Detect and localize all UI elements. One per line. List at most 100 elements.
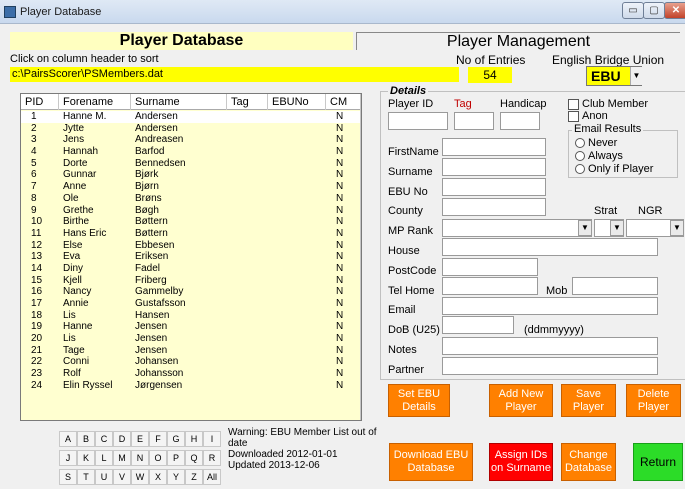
alphabet-button[interactable]: R — [203, 450, 221, 466]
table-row[interactable]: 3 Jens Andreasen N — [21, 134, 361, 146]
mp-rank-select[interactable] — [442, 219, 592, 237]
alphabet-button[interactable]: W — [131, 469, 149, 485]
alphabet-button[interactable]: J — [59, 450, 77, 466]
alphabet-button[interactable]: S — [59, 469, 77, 485]
surname-field[interactable] — [442, 158, 546, 176]
table-row[interactable]: 23 Rolf Johansson N — [21, 368, 361, 380]
alphabet-button[interactable]: C — [95, 431, 113, 447]
alphabet-button[interactable]: A — [59, 431, 77, 447]
alphabet-button[interactable]: G — [167, 431, 185, 447]
download-ebu-database-button[interactable]: Download EBU Database — [389, 443, 473, 481]
column-header-pid[interactable]: PID — [21, 94, 59, 110]
dob-field[interactable] — [442, 316, 514, 334]
scroll-down-icon[interactable]: ▼ — [361, 406, 362, 420]
county-field[interactable] — [442, 198, 546, 216]
file-path-field[interactable]: c:\PairsScorer\PSMembers.dat — [10, 67, 459, 82]
table-row[interactable]: 16 Nancy Gammelby N — [21, 286, 361, 298]
minimize-button[interactable]: ▭ — [622, 2, 644, 19]
alphabet-button[interactable]: T — [77, 469, 95, 485]
tel-home-field[interactable] — [442, 277, 538, 295]
table-row[interactable]: 20 Lis Jensen N — [21, 333, 361, 345]
alphabet-button[interactable]: V — [113, 469, 131, 485]
maximize-button[interactable]: ▢ — [643, 2, 665, 19]
table-row[interactable]: 13 Eva Eriksen N — [21, 251, 361, 263]
table-row[interactable]: 12 Else Ebbesen N — [21, 240, 361, 252]
alphabet-button[interactable]: P — [167, 450, 185, 466]
table-row[interactable]: 17 Annie Gustafsson N — [21, 298, 361, 310]
player-id-field[interactable] — [388, 112, 448, 130]
table-row[interactable]: 14 Diny Fadel N — [21, 263, 361, 275]
column-header-tag[interactable]: Tag — [227, 94, 268, 110]
set-ebu-details-button[interactable]: Set EBU Details — [388, 384, 450, 417]
column-header-forename[interactable]: Forename — [59, 94, 131, 110]
table-row[interactable]: 10 Birthe Bøttern N — [21, 216, 361, 228]
alphabet-button[interactable]: D — [113, 431, 131, 447]
table-row[interactable]: 24 Elin Ryssel Jørgensen N — [21, 380, 361, 392]
scroll-up-icon[interactable]: ▲ — [361, 94, 362, 108]
assign-ids-button[interactable]: Assign IDs on Surname — [489, 443, 553, 481]
handicap-field[interactable] — [500, 112, 540, 130]
alphabet-button[interactable]: Y — [167, 469, 185, 485]
anon-checkbox[interactable] — [568, 111, 579, 122]
firstname-field[interactable] — [442, 138, 546, 156]
alphabet-button[interactable]: L — [95, 450, 113, 466]
save-player-button[interactable]: Save Player — [561, 384, 616, 417]
chevron-down-icon[interactable]: ▼ — [670, 220, 684, 236]
chevron-down-icon[interactable]: ▼ — [630, 67, 642, 85]
table-row[interactable]: 15 Kjell Friberg N — [21, 275, 361, 287]
table-scrollbar[interactable]: ▲ ▼ — [360, 94, 362, 420]
chevron-down-icon[interactable]: ▼ — [610, 220, 624, 236]
table-row[interactable]: 8 Ole Brøns N — [21, 193, 361, 205]
tag-field[interactable] — [454, 112, 494, 130]
alphabet-button[interactable]: Q — [185, 450, 203, 466]
alphabet-button[interactable]: Z — [185, 469, 203, 485]
column-header-surname[interactable]: Surname — [131, 94, 227, 110]
table-row[interactable]: 9 Grethe Bøgh N — [21, 205, 361, 217]
radio-only-if-player[interactable] — [575, 164, 585, 174]
delete-player-button[interactable]: Delete Player — [626, 384, 681, 417]
alphabet-button[interactable]: H — [185, 431, 203, 447]
table-row[interactable]: 5 Dorte Bennedsen N — [21, 158, 361, 170]
table-row[interactable]: 11 Hans Eric Bøttern N — [21, 228, 361, 240]
alphabet-button[interactable]: K — [77, 450, 95, 466]
table-row[interactable]: 2 Jytte Andersen N — [21, 123, 361, 135]
alphabet-button[interactable]: X — [149, 469, 167, 485]
partner-field[interactable] — [442, 357, 658, 375]
player-management-tab[interactable]: Player Management — [356, 32, 680, 50]
club-member-checkbox[interactable] — [568, 99, 579, 110]
ebu-no-field[interactable] — [442, 178, 546, 196]
column-header-ebuno[interactable]: EBUNo — [268, 94, 326, 110]
table-row[interactable]: 1 Hanne M. Andersen N — [21, 111, 361, 123]
close-button[interactable]: ✕ — [664, 2, 685, 19]
alphabet-button[interactable]: E — [131, 431, 149, 447]
table-row[interactable]: 21 Tage Jensen N — [21, 345, 361, 357]
postcode-field[interactable] — [442, 258, 538, 276]
add-new-player-button[interactable]: Add New Player — [489, 384, 553, 417]
chevron-down-icon[interactable]: ▼ — [578, 220, 592, 236]
notes-field[interactable] — [442, 337, 658, 355]
alphabet-button[interactable]: F — [149, 431, 167, 447]
table-row[interactable]: 7 Anne Bjørn N — [21, 181, 361, 193]
radio-never[interactable] — [575, 138, 585, 148]
table-row[interactable]: 18 Lis Hansen N — [21, 310, 361, 322]
table-row[interactable]: 4 Hannah Barfod N — [21, 146, 361, 158]
alphabet-button[interactable]: M — [113, 450, 131, 466]
alphabet-button[interactable]: B — [77, 431, 95, 447]
radio-always[interactable] — [575, 151, 585, 161]
cell-forename: Annie — [63, 298, 89, 309]
return-button[interactable]: Return — [633, 443, 683, 481]
table-row[interactable]: 19 Hanne Jensen N — [21, 321, 361, 333]
mob-field[interactable] — [572, 277, 658, 295]
change-database-button[interactable]: Change Database — [561, 443, 616, 481]
alphabet-button[interactable]: I — [203, 431, 221, 447]
alphabet-button[interactable]: N — [131, 450, 149, 466]
alphabet-button[interactable]: O — [149, 450, 167, 466]
table-row[interactable]: 6 Gunnar Bjørk N — [21, 169, 361, 181]
download-date: Downloaded 2012-01-01 — [228, 449, 338, 460]
email-field[interactable] — [442, 297, 658, 315]
house-field[interactable] — [442, 238, 658, 256]
alphabet-button[interactable]: U — [95, 469, 113, 485]
column-header-cm[interactable]: CM — [326, 94, 361, 110]
alphabet-button[interactable]: All — [203, 469, 221, 485]
table-row[interactable]: 22 Conni Johansen N — [21, 356, 361, 368]
